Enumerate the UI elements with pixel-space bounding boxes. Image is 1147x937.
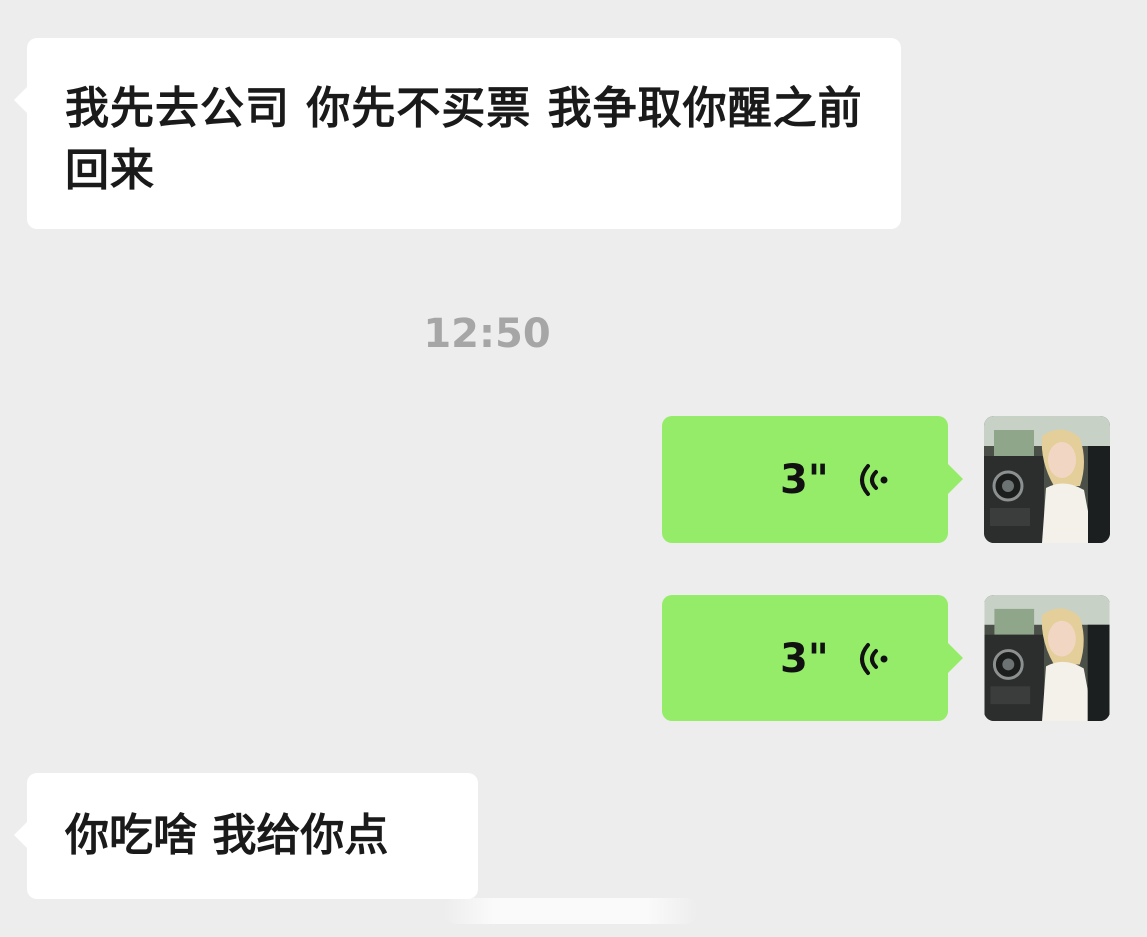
- avatar[interactable]: [984, 595, 1110, 721]
- message-text: 我先去公司 你先不买票 我争取你醒之前回来: [65, 83, 863, 196]
- avatar[interactable]: [984, 416, 1110, 543]
- message-timestamp: 12:50: [423, 311, 551, 357]
- message-text: 你吃啥 我给你点: [65, 810, 389, 861]
- voice-duration: 3": [780, 636, 829, 682]
- avatar-photo: [984, 416, 1110, 543]
- avatar-photo: [984, 595, 1110, 721]
- outgoing-voice-message[interactable]: 3": [662, 416, 963, 543]
- scroll-indicator: [443, 898, 698, 924]
- voice-wave-icon: [860, 464, 888, 496]
- incoming-message-bubble[interactable]: 你吃啥 我给你点: [14, 773, 478, 899]
- voice-duration: 3": [780, 457, 829, 503]
- outgoing-voice-message[interactable]: 3": [662, 595, 963, 721]
- incoming-message-bubble[interactable]: 我先去公司 你先不买票 我争取你醒之前回来: [14, 38, 901, 229]
- voice-wave-icon: [860, 643, 888, 675]
